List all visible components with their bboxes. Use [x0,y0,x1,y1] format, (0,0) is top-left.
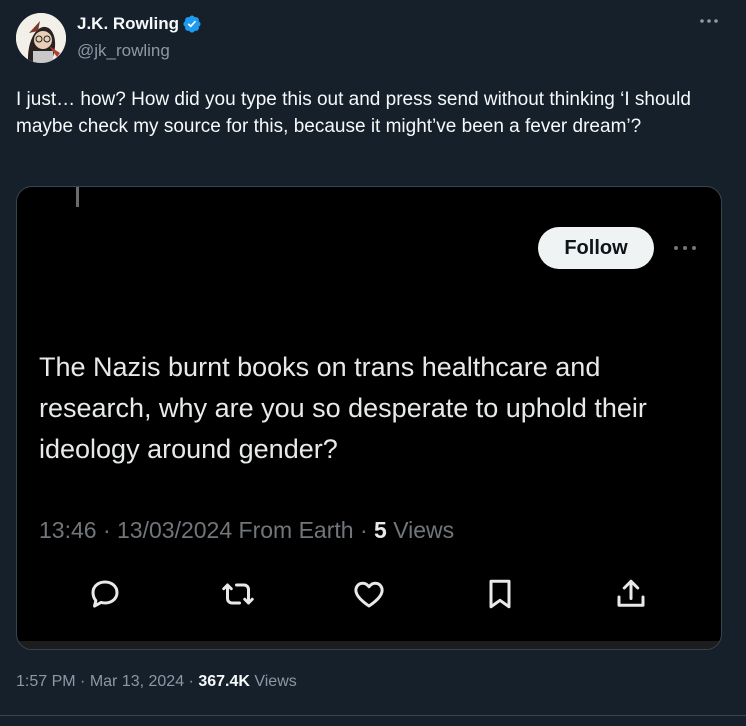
author-avatar[interactable] [16,13,66,63]
separator: · [96,517,118,543]
verified-badge-icon [183,15,201,33]
cursor-mark [76,187,79,207]
screenshot-bottom-edge [17,641,721,649]
author-name-row: J.K. Rowling [77,14,202,34]
separator: · [353,517,375,543]
author-handle[interactable]: @jk_rowling [77,41,170,61]
separator: · [75,673,90,690]
quoted-tweet-text: The Nazis burnt books on trans healthcar… [39,352,647,464]
tweet-views-label: Views [249,673,297,690]
more-options-icon[interactable] [698,14,720,28]
tweet-views-count: 367.4K [198,673,250,690]
tweet-time[interactable]: 1:57 PM [16,673,76,690]
like-icon [354,581,384,608]
quoted-location: From Earth [232,517,354,543]
quoted-date: 13/03/2024 [117,517,233,543]
follow-button: Follow [538,227,654,269]
tweet-text: I just… how? How did you type this out a… [16,89,691,137]
quoted-time: 13:46 [39,517,97,543]
bookmark-icon [489,579,511,609]
tweet-date[interactable]: Mar 13, 2024 [90,673,184,690]
divider [0,715,746,716]
quoted-views-label: Views [386,517,455,543]
attached-screenshot[interactable]: Follow The Nazis burnt books on trans he… [16,186,722,650]
more-options-icon [674,246,696,250]
tweet: J.K. Rowling @jk_rowling I just… how? Ho… [0,0,746,726]
tweet-footer-meta: 1:57 PM · Mar 13, 2024 · 367.4K Views [16,673,297,691]
retweet-icon [222,583,254,605]
avatar-illustration-icon [16,13,66,63]
quoted-tweet-meta: 13:46 · 13/03/2024 From Earth · 5 Views [39,517,454,544]
author-name[interactable]: J.K. Rowling [77,14,179,34]
share-icon [617,579,645,607]
separator: · [184,673,199,690]
reply-icon [91,580,119,608]
quoted-views-count: 5 [374,517,387,543]
